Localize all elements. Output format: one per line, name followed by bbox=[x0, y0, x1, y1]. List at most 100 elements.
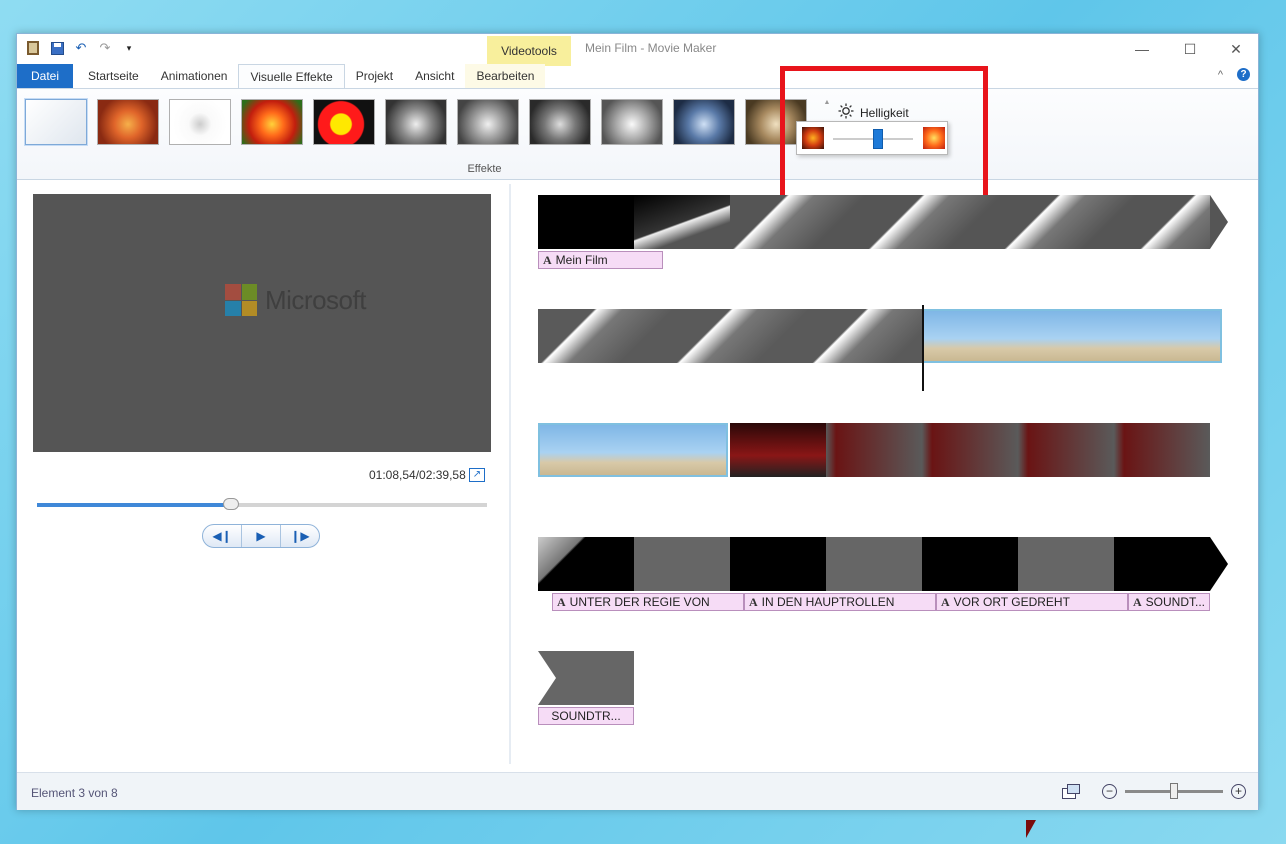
playback-controls: ◀❙ ▶ ❙▶ bbox=[202, 524, 320, 548]
clip-credits-2[interactable] bbox=[634, 537, 730, 591]
tab-ansicht[interactable]: Ansicht bbox=[404, 64, 465, 88]
effect-bw-orange-thumb[interactable] bbox=[601, 99, 663, 145]
caption-vor-ort[interactable]: A VOR ORT GEDREHT bbox=[936, 593, 1128, 611]
redo-icon[interactable]: ↷ bbox=[97, 40, 113, 56]
timeline-playhead[interactable] bbox=[922, 305, 924, 391]
caption-a-icon: A bbox=[941, 595, 950, 609]
caption-text: IN DEN HAUPTROLLEN bbox=[761, 595, 895, 609]
save-icon[interactable] bbox=[49, 40, 65, 56]
clip-credits-5[interactable] bbox=[922, 537, 1018, 591]
title-bar: ↶ ↷ ▾ Videotools Mein Film - Movie Maker… bbox=[17, 34, 1259, 66]
caption-regie[interactable]: A UNTER DER REGIE VON bbox=[552, 593, 744, 611]
zoom-slider[interactable] bbox=[1125, 783, 1223, 799]
caption-soundtrack-1[interactable]: A SOUNDT... bbox=[1128, 593, 1210, 611]
caption-a-icon: A bbox=[557, 595, 566, 609]
seek-bar[interactable] bbox=[37, 498, 487, 510]
effect-bw-red-thumb[interactable] bbox=[457, 99, 519, 145]
caption-text: Mein Film bbox=[555, 253, 608, 267]
tab-datei[interactable]: Datei bbox=[17, 64, 74, 88]
highlight-annotation-box bbox=[780, 66, 988, 204]
mouse-cursor-icon bbox=[1026, 820, 1036, 838]
storyboard-row-5 bbox=[538, 651, 634, 705]
effect-edge-thumb[interactable] bbox=[169, 99, 231, 145]
thumbnail-size-icon[interactable] bbox=[1062, 784, 1080, 803]
clip-credits-4[interactable] bbox=[826, 537, 922, 591]
row-4-arrow bbox=[1210, 537, 1228, 591]
tab-visuelle-effekte[interactable]: Visuelle Effekte bbox=[238, 64, 345, 88]
caption-hauptrollen[interactable]: A IN DEN HAUPTROLLEN bbox=[744, 593, 936, 611]
customize-qat-icon[interactable]: ▾ bbox=[121, 40, 137, 56]
movie-maker-window: ↶ ↷ ▾ Videotools Mein Film - Movie Maker… bbox=[16, 33, 1259, 810]
clip-intro-video-cont[interactable] bbox=[538, 309, 922, 363]
microsoft-grid-icon bbox=[225, 284, 257, 316]
effect-bw-yellow-thumb[interactable] bbox=[529, 99, 591, 145]
caption-a-icon: A bbox=[1133, 595, 1142, 609]
storyboard-row-1 bbox=[538, 195, 1228, 249]
window-title: Mein Film - Movie Maker bbox=[585, 41, 717, 55]
storyboard-row-4 bbox=[538, 537, 1228, 591]
caption-soundtrack-2[interactable]: SOUNDTR... bbox=[538, 707, 634, 725]
clip-transition[interactable] bbox=[634, 195, 730, 249]
caption-text: SOUNDT... bbox=[1145, 595, 1206, 609]
zoom-in-button[interactable]: + bbox=[1231, 784, 1246, 799]
video-preview: Microsoft bbox=[33, 194, 491, 452]
film-app-icon bbox=[25, 40, 41, 56]
effect-color-thumb[interactable] bbox=[241, 99, 303, 145]
play-button[interactable]: ▶ bbox=[242, 525, 281, 547]
microsoft-logo: Microsoft bbox=[225, 284, 366, 316]
tab-startseite[interactable]: Startseite bbox=[77, 64, 150, 88]
clip-stage-transition[interactable] bbox=[730, 423, 826, 477]
clip-credits-7[interactable] bbox=[1114, 537, 1210, 591]
ribbon-right-controls: ^ ? bbox=[1218, 68, 1250, 81]
zoom-out-button[interactable]: − bbox=[1102, 784, 1117, 799]
effect-bw-thumb[interactable] bbox=[385, 99, 447, 145]
next-frame-button[interactable]: ❙▶ bbox=[281, 525, 319, 547]
seek-bar-fill bbox=[37, 503, 231, 507]
clip-palm-beach-cont[interactable] bbox=[538, 423, 728, 477]
storyboard-row-3 bbox=[538, 423, 1210, 477]
clip-palm-beach[interactable] bbox=[922, 309, 1222, 363]
microsoft-logo-text: Microsoft bbox=[265, 284, 366, 315]
caption-mein-film[interactable]: A Mein Film bbox=[538, 251, 663, 269]
clip-credits-3[interactable] bbox=[730, 537, 826, 591]
effect-blur-thumb[interactable] bbox=[97, 99, 159, 145]
clip-credits-1[interactable] bbox=[538, 537, 634, 591]
seek-bar-knob[interactable] bbox=[222, 498, 239, 510]
zoom-slider-knob[interactable] bbox=[1170, 783, 1178, 799]
maximize-button[interactable]: ☐ bbox=[1167, 38, 1213, 60]
minimize-button[interactable]: — bbox=[1119, 38, 1165, 60]
effect-cyanotype-thumb[interactable] bbox=[673, 99, 735, 145]
tab-projekt[interactable]: Projekt bbox=[345, 64, 404, 88]
caption-text: VOR ORT GEDREHT bbox=[953, 595, 1070, 609]
context-tab-videotools: Videotools bbox=[487, 36, 571, 66]
ribbon-effects: ▲ Helligkeit Effekte bbox=[17, 88, 1258, 180]
help-icon[interactable]: ? bbox=[1237, 68, 1250, 81]
quick-access-toolbar: ↶ ↷ ▾ bbox=[25, 40, 137, 56]
clip-black-title[interactable] bbox=[538, 195, 634, 249]
tab-animationen[interactable]: Animationen bbox=[150, 64, 239, 88]
effect-none-thumb[interactable] bbox=[25, 99, 87, 145]
collapse-ribbon-icon[interactable]: ^ bbox=[1218, 69, 1223, 81]
zoom-control: − + bbox=[1102, 783, 1246, 799]
effect-posterize-thumb[interactable] bbox=[313, 99, 375, 145]
preview-timecode: 01:08,54/02:39,58 bbox=[369, 468, 466, 482]
status-bar: Element 3 von 8 − + bbox=[17, 772, 1258, 810]
caption-text: UNTER DER REGIE VON bbox=[569, 595, 710, 609]
caption-a-icon: A bbox=[543, 253, 552, 267]
caption-text: SOUNDTR... bbox=[551, 709, 621, 723]
undo-icon[interactable]: ↶ bbox=[73, 40, 89, 56]
clip-credits-6[interactable] bbox=[1018, 537, 1114, 591]
caption-a-icon: A bbox=[749, 595, 758, 609]
clip-intro-video[interactable] bbox=[730, 195, 1210, 249]
previous-frame-button[interactable]: ◀❙ bbox=[203, 525, 242, 547]
clip-soundtrack[interactable] bbox=[538, 651, 634, 705]
clip-stage-speaker[interactable] bbox=[826, 423, 1210, 477]
tab-bearbeiten[interactable]: Bearbeiten bbox=[465, 64, 546, 88]
fullscreen-icon[interactable]: ↗ bbox=[469, 468, 485, 482]
effects-gallery bbox=[25, 99, 807, 145]
close-button[interactable]: ✕ bbox=[1213, 38, 1259, 60]
status-element-count: Element 3 von 8 bbox=[31, 786, 118, 800]
ribbon-tabs: Datei Startseite Animationen Visuelle Ef… bbox=[17, 64, 1258, 88]
storyboard-row-2 bbox=[538, 309, 1230, 363]
pane-divider[interactable] bbox=[509, 184, 511, 764]
